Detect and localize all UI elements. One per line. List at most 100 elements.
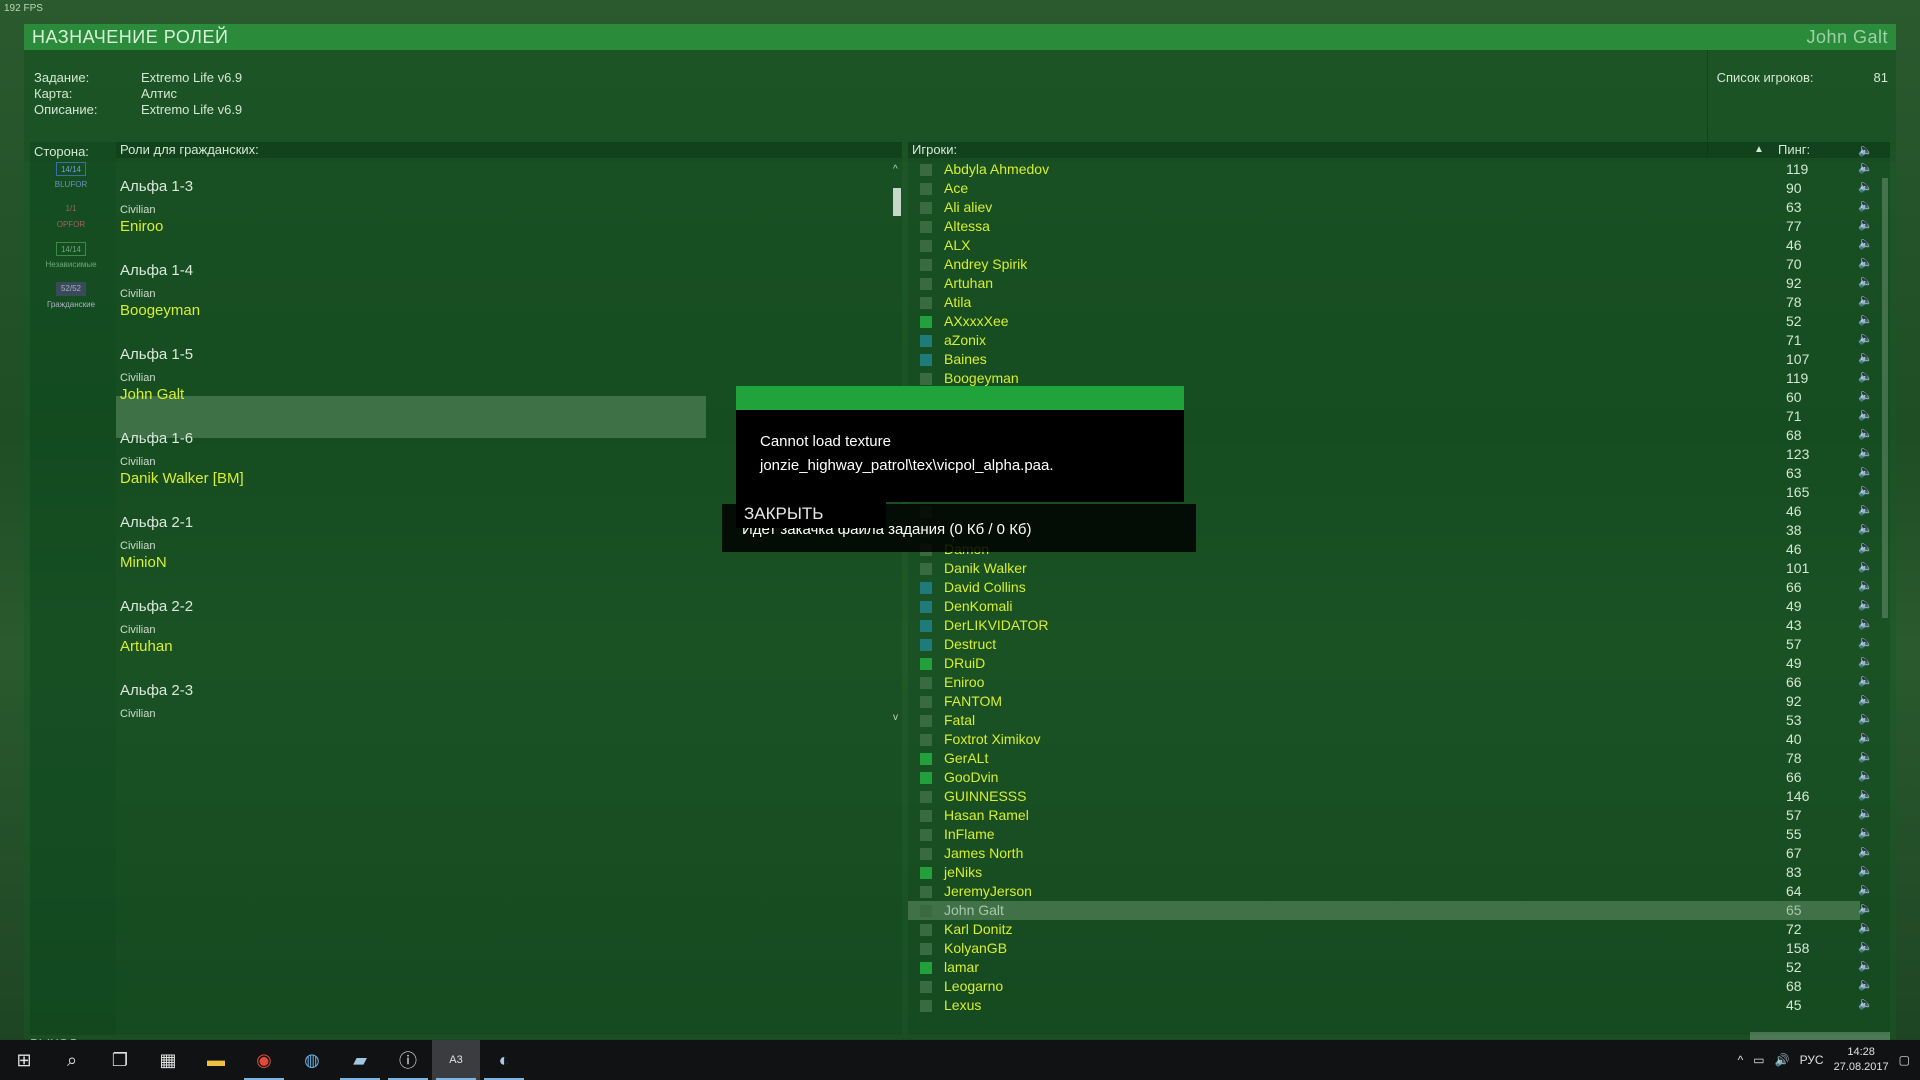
file-explorer-icon[interactable]: ▬	[192, 1040, 240, 1080]
player-row[interactable]: KolyanGB 158 🔈	[908, 939, 1873, 958]
role-group[interactable]: Альфа 1-5 Civilian John Galt	[120, 346, 840, 404]
mute-speaker-icon[interactable]: 🔈	[1858, 312, 1873, 326]
mute-speaker-icon[interactable]: 🔈	[1858, 426, 1873, 440]
task-view-icon[interactable]: ❐	[96, 1040, 144, 1080]
player-row[interactable]: Baines 107 🔈	[908, 350, 1873, 369]
player-row[interactable]: Artuhan 92 🔈	[908, 274, 1873, 293]
player-row[interactable]: jeNiks 83 🔈	[908, 863, 1873, 882]
player-row[interactable]: Andrey Spirik 70 🔈	[908, 255, 1873, 274]
mute-speaker-icon[interactable]: 🔈	[1858, 806, 1873, 820]
mute-speaker-icon[interactable]: 🔈	[1858, 673, 1873, 687]
notepad-icon[interactable]: ▰	[336, 1040, 384, 1080]
mute-speaker-icon[interactable]: 🔈	[1858, 768, 1873, 782]
player-row[interactable]: Lexus 45 🔈	[908, 996, 1873, 1015]
player-row[interactable]: Ace 90 🔈	[908, 179, 1873, 198]
role-group[interactable]: Альфа 2-2 Civilian Artuhan	[120, 598, 840, 656]
player-row[interactable]: Ali aliev 63 🔈	[908, 198, 1873, 217]
network-icon[interactable]: ▭	[1753, 1053, 1764, 1067]
player-row[interactable]: JeremyJerson 64 🔈	[908, 882, 1873, 901]
mute-speaker-icon[interactable]: 🔈	[1858, 350, 1873, 364]
player-row[interactable]: Abdyla Ahmedov 119 🔈	[908, 160, 1873, 179]
mute-speaker-icon[interactable]: 🔈	[1858, 825, 1873, 839]
mute-speaker-icon[interactable]: 🔈	[1858, 274, 1873, 288]
mute-speaker-icon[interactable]: 🔈	[1858, 217, 1873, 231]
mute-speaker-icon[interactable]: 🔈	[1858, 578, 1873, 592]
search-icon[interactable]: ⌕	[48, 1040, 96, 1080]
steam-icon[interactable]: ◐	[480, 1040, 528, 1080]
notifications-icon[interactable]: ▢	[1899, 1053, 1910, 1067]
roles-scrollbar-thumb[interactable]	[893, 188, 901, 216]
player-row[interactable]: GooDvin 66 🔈	[908, 768, 1873, 787]
mute-speaker-icon[interactable]: 🔈	[1858, 711, 1873, 725]
mute-speaker-icon[interactable]: 🔈	[1858, 616, 1873, 630]
mute-speaker-icon[interactable]: 🔈	[1858, 369, 1873, 383]
scroll-up-icon[interactable]: ^	[893, 164, 898, 175]
mute-speaker-icon[interactable]: 🔈	[1858, 521, 1873, 535]
player-row[interactable]: Destruct 57 🔈	[908, 635, 1873, 654]
mute-speaker-icon[interactable]: 🔈	[1858, 388, 1873, 402]
mute-speaker-icon[interactable]: 🔈	[1858, 559, 1873, 573]
mute-speaker-icon[interactable]: 🔈	[1858, 730, 1873, 744]
chrome-icon[interactable]: ◉	[240, 1040, 288, 1080]
player-row[interactable]: Eniroo 66 🔈	[908, 673, 1873, 692]
mute-speaker-icon[interactable]: 🔈	[1858, 597, 1873, 611]
players-scrollbar[interactable]	[1882, 178, 1888, 618]
mute-speaker-icon[interactable]: 🔈	[1858, 863, 1873, 877]
mute-speaker-icon[interactable]: 🔈	[1858, 502, 1873, 516]
mute-speaker-icon[interactable]: 🔈	[1858, 635, 1873, 649]
mute-speaker-icon[interactable]: 🔈	[1858, 749, 1873, 763]
player-row[interactable]: Danik Walker 101 🔈	[908, 559, 1873, 578]
arma-icon[interactable]: A3	[432, 1040, 480, 1080]
player-row[interactable]: Atila 78 🔈	[908, 293, 1873, 312]
player-row[interactable]: James North 67 🔈	[908, 844, 1873, 863]
info-icon[interactable]: ⓘ	[384, 1040, 432, 1080]
player-row[interactable]: Leogarno 68 🔈	[908, 977, 1873, 996]
player-row[interactable]: DenKomali 49 🔈	[908, 597, 1873, 616]
player-row[interactable]: DRuiD 49 🔈	[908, 654, 1873, 673]
mute-speaker-icon[interactable]: 🔈	[1858, 654, 1873, 668]
mute-speaker-icon[interactable]: 🔈	[1858, 198, 1873, 212]
player-row[interactable]: Foxtrot Ximikov 40 🔈	[908, 730, 1873, 749]
mute-speaker-icon[interactable]: 🔈	[1858, 787, 1873, 801]
role-group[interactable]: Альфа 1-3 Civilian Eniroo	[120, 178, 840, 236]
mute-speaker-icon[interactable]: 🔈	[1858, 958, 1873, 972]
sort-ascending-icon[interactable]: ▲	[1754, 142, 1764, 158]
mute-speaker-icon[interactable]: 🔈	[1858, 977, 1873, 991]
mute-speaker-icon[interactable]: 🔈	[1858, 996, 1873, 1010]
mute-speaker-icon[interactable]: 🔈	[1858, 844, 1873, 858]
volume-icon[interactable]: 🔊	[1775, 1053, 1790, 1067]
player-row[interactable]: AXxxxXee 52 🔈	[908, 312, 1873, 331]
edge-icon[interactable]: ◍	[288, 1040, 336, 1080]
player-row[interactable]: GerALt 78 🔈	[908, 749, 1873, 768]
mute-speaker-icon[interactable]: 🔈	[1858, 293, 1873, 307]
role-group[interactable]: Альфа 2-3 Civilian	[120, 682, 840, 740]
role-group[interactable]: Альфа 1-4 Civilian Boogeyman	[120, 262, 840, 320]
mute-speaker-icon[interactable]: 🔈	[1858, 920, 1873, 934]
mute-speaker-icon[interactable]: 🔈	[1858, 179, 1873, 193]
mute-speaker-icon[interactable]: 🔈	[1858, 255, 1873, 269]
start-icon[interactable]: ⊞	[0, 1040, 48, 1080]
mute-speaker-icon[interactable]: 🔈	[1858, 483, 1873, 497]
ping-header-label[interactable]: Пинг:	[1778, 142, 1810, 158]
mute-speaker-icon[interactable]: 🔈	[1858, 692, 1873, 706]
player-row[interactable]: Fatal 53 🔈	[908, 711, 1873, 730]
mute-speaker-icon[interactable]: 🔈	[1858, 464, 1873, 478]
role-group[interactable]: Альфа 1-6 Civilian Danik Walker [BM]	[120, 430, 840, 488]
player-row[interactable]: Hasan Ramel 57 🔈	[908, 806, 1873, 825]
player-row[interactable]: GUINNESSS 146 🔈	[908, 787, 1873, 806]
player-row[interactable]: lamar 52 🔈	[908, 958, 1873, 977]
mute-speaker-icon[interactable]: 🔈	[1858, 901, 1873, 915]
mute-speaker-icon[interactable]: 🔈	[1858, 407, 1873, 421]
calculator-icon[interactable]: ▦	[144, 1040, 192, 1080]
side-opfor-button[interactable]: 1/1 OPFOR	[44, 202, 98, 238]
player-row[interactable]: aZonix 71 🔈	[908, 331, 1873, 350]
player-row[interactable]: Karl Donitz 72 🔈	[908, 920, 1873, 939]
player-row[interactable]: DerLIKVIDATOR 43 🔈	[908, 616, 1873, 635]
player-row[interactable]: Altessa 77 🔈	[908, 217, 1873, 236]
mute-speaker-icon[interactable]: 🔈	[1858, 445, 1873, 459]
player-row[interactable]: ALX 46 🔈	[908, 236, 1873, 255]
player-row[interactable]: FANTOM 92 🔈	[908, 692, 1873, 711]
side-independent-button[interactable]: 14/14 Независимые	[44, 242, 98, 278]
player-row[interactable]: David Collins 66 🔈	[908, 578, 1873, 597]
clock[interactable]: 14:28 27.08.2017	[1834, 1045, 1889, 1075]
